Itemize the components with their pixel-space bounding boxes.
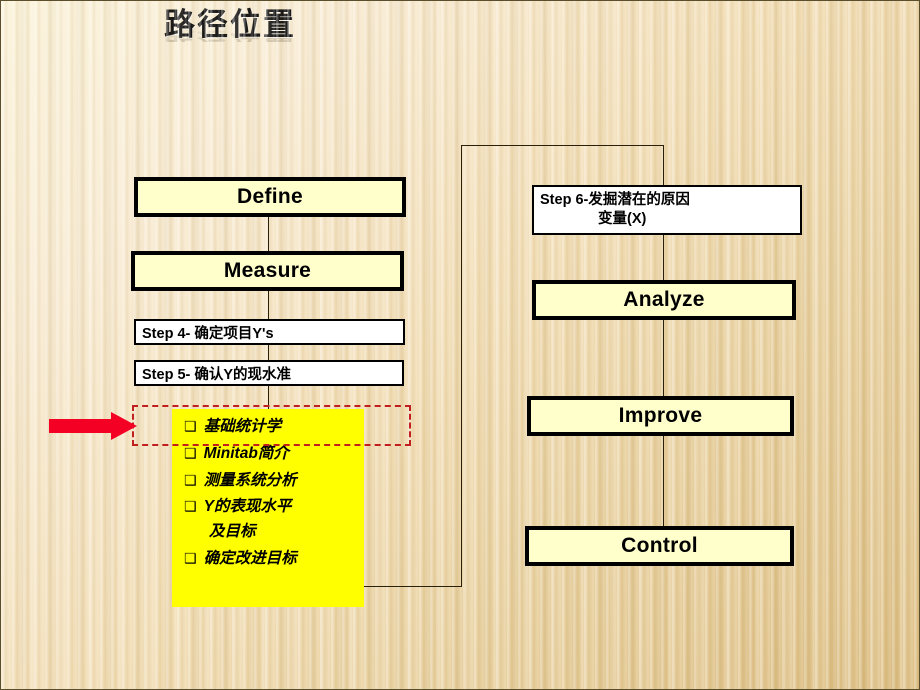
connector-analyze-improve (663, 320, 664, 396)
topic-list-item[interactable]: ❑ 确定改进目标 (172, 550, 372, 568)
highlight-dashed-rectangle (132, 405, 411, 446)
topic-label: 确定改进目标 (203, 550, 297, 568)
topic-label: 测量系统分析 (203, 471, 297, 489)
step-box-5[interactable]: Step 5- 确认Y的现水准 (134, 360, 404, 386)
phase-box-measure-label: Measure (223, 259, 312, 282)
connector-define-measure (268, 217, 269, 253)
topic-label: Minitab简介 (203, 444, 289, 462)
step-box-4[interactable]: Step 4- 确定项目Y's (134, 319, 405, 345)
connector-improve-control (663, 436, 664, 526)
phase-box-improve-label: Improve (618, 404, 703, 427)
phase-box-define-label: Define (237, 185, 303, 208)
phase-box-improve[interactable]: Improve (527, 396, 794, 436)
checkbox-square-icon: ❑ (184, 550, 197, 567)
connector-layer (1, 1, 919, 689)
connector-step4-step5 (268, 345, 269, 361)
connector-top-horizontal (461, 145, 664, 146)
connector-bottom-horizontal (364, 586, 462, 587)
phase-box-control-label: Control (621, 534, 698, 557)
checkbox-square-icon: ❑ (184, 498, 197, 515)
topic-label: Y的表现水平 (203, 498, 292, 516)
phase-box-analyze[interactable]: Analyze (532, 280, 796, 320)
topic-list-item-continuation: 及目标 (172, 523, 372, 541)
connector-loop-vertical (461, 145, 462, 587)
connector-step6-analyze (663, 235, 664, 280)
phase-box-analyze-label: Analyze (623, 288, 705, 311)
connector-step6-down (663, 145, 664, 185)
red-arrow-icon (49, 412, 137, 440)
step-box-5-label: Step 5- 确认Y的现水准 (142, 366, 292, 383)
phase-box-define[interactable]: Define (134, 177, 406, 217)
step-box-6-line1: Step 6-发掘潜在的原因 (540, 192, 690, 208)
connector-measure-step4 (268, 290, 269, 320)
slide-canvas: 路径位置 路径位置 Define Measure Step 4- 确定项目Y's… (0, 0, 920, 690)
phase-box-control[interactable]: Control (525, 526, 794, 566)
topic-list-item[interactable]: ❑ Y的表现水平 (172, 498, 372, 516)
phase-box-measure[interactable]: Measure (131, 251, 404, 291)
step-box-4-label: Step 4- 确定项目Y's (142, 325, 274, 342)
topic-list-item[interactable]: ❑ 测量系统分析 (172, 472, 372, 490)
topic-list-item[interactable]: ❑ Minitab简介 (172, 445, 372, 463)
step-box-6[interactable]: Step 6-发掘潜在的原因 变量(X) (532, 185, 802, 235)
topic-label: 及目标 (209, 523, 256, 541)
checkbox-square-icon: ❑ (184, 444, 197, 461)
checkbox-square-icon: ❑ (184, 471, 197, 488)
step-box-6-line2: 变量(X) (598, 210, 647, 227)
